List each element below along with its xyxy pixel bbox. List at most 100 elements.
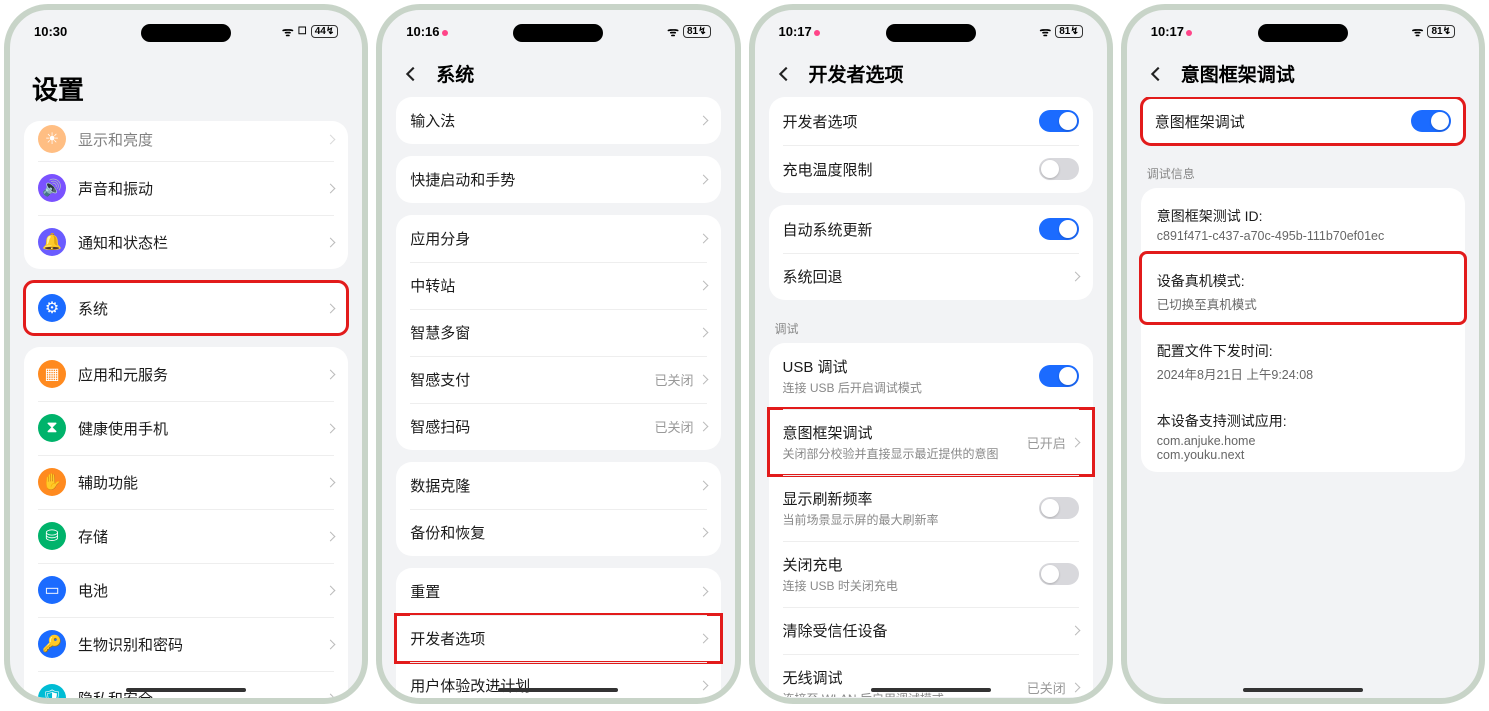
group-smart: 应用分身 中转站 智慧多窗 智感支付已关闭 智感扫码已关闭 xyxy=(396,215,720,450)
page-title: 开发者选项 xyxy=(809,60,904,87)
row-refresh-rate[interactable]: 显示刷新频率 当前场景显示屏的最大刷新率 xyxy=(769,475,1093,541)
battery-pct: 44↯ xyxy=(311,25,339,38)
info-card: 意图框架测试 ID: c891f471-c437-a70c-495b-111b7… xyxy=(1141,188,1465,472)
row-developer-options[interactable]: 开发者选项 xyxy=(396,615,720,662)
chevron-right-icon xyxy=(326,531,336,541)
row-intent-debug[interactable]: 意图框架调试 关闭部分校验并直接显示最近提供的意图 已开启 xyxy=(769,409,1093,475)
chevron-right-icon xyxy=(326,423,336,433)
row-transit[interactable]: 中转站 xyxy=(396,262,720,309)
hand-icon: ✋ xyxy=(38,468,66,496)
row-multiwindow[interactable]: 智慧多窗 xyxy=(396,309,720,356)
nav-header: 意图框架调试 xyxy=(1127,42,1479,97)
row-intent-debug-toggle[interactable]: 意图框架调试 xyxy=(1141,97,1465,145)
chevron-right-icon xyxy=(698,375,708,385)
row-apps-services[interactable]: ▦ 应用和元服务 xyxy=(24,347,348,401)
row-ime[interactable]: 输入法 xyxy=(396,97,720,144)
key-icon: 🔑 xyxy=(38,630,66,658)
gesture-bar xyxy=(871,688,991,692)
chevron-right-icon xyxy=(698,681,708,691)
back-button[interactable] xyxy=(1145,63,1167,85)
row-biometrics[interactable]: 🔑 生物识别和密码 xyxy=(24,617,348,671)
toggle[interactable] xyxy=(1039,497,1079,519)
page-title: 意图框架调试 xyxy=(1181,60,1295,87)
statusbar: 10:30 ᯤ ☐ 44↯ xyxy=(10,10,362,42)
recording-dot-icon xyxy=(442,30,448,36)
row-clone[interactable]: 数据克隆 xyxy=(396,462,720,509)
group-dev-toggles: 开发者选项 充电温度限制 xyxy=(769,97,1093,193)
group-misc: ▦ 应用和元服务 ⧗ 健康使用手机 ✋ 辅助功能 ⛁ 存储 ▭ 电池 xyxy=(24,347,348,704)
toggle[interactable] xyxy=(1039,218,1079,240)
row-digital-health[interactable]: ⧗ 健康使用手机 xyxy=(24,401,348,455)
row-app-twin[interactable]: 应用分身 xyxy=(396,215,720,262)
row-battery[interactable]: ▭ 电池 xyxy=(24,563,348,617)
gesture-bar xyxy=(1243,688,1363,692)
battery-pct: 81↯ xyxy=(1055,25,1083,38)
toggle[interactable] xyxy=(1039,110,1079,132)
chevron-right-icon xyxy=(698,328,708,338)
toggle[interactable] xyxy=(1039,563,1079,585)
chevron-right-icon xyxy=(326,134,336,144)
back-button[interactable] xyxy=(773,63,795,85)
chevron-right-icon xyxy=(326,693,336,703)
toggle[interactable] xyxy=(1039,158,1079,180)
row-rollback[interactable]: 系统回退 xyxy=(769,253,1093,300)
status-time: 10:17 xyxy=(1151,24,1192,39)
section-debug: 调试 xyxy=(769,312,1093,343)
row-sound[interactable]: 🔊 声音和振动 xyxy=(24,161,348,215)
toggle[interactable] xyxy=(1039,365,1079,387)
nav-header: 开发者选项 xyxy=(755,42,1107,97)
info-supported-apps-value: com.anjuke.home com.youku.next xyxy=(1157,434,1449,462)
chevron-right-icon xyxy=(698,587,708,597)
chevron-right-icon xyxy=(326,585,336,595)
row-developer-options-toggle[interactable]: 开发者选项 xyxy=(769,97,1093,145)
row-display-brightness[interactable]: ☀ 显示和亮度 xyxy=(24,121,348,161)
status-right: ᯤ 81↯ xyxy=(1412,22,1455,40)
phone-developer-options: 10:17 ᯤ 81↯ 开发者选项 开发者选项 充电温度限制 自动系统更新 xyxy=(749,4,1113,704)
row-ux-improve[interactable]: 用户体验改进计划 xyxy=(396,662,720,704)
row-charge-temp[interactable]: 充电温度限制 xyxy=(769,145,1093,193)
statusbar: 10:17 ᯤ 81↯ xyxy=(1127,10,1479,42)
status-right: ᯤ 81↯ xyxy=(1039,22,1082,40)
row-reset[interactable]: 重置 xyxy=(396,568,720,615)
wifi-icon: ᯤ xyxy=(667,22,679,40)
chevron-right-icon xyxy=(698,234,708,244)
row-system[interactable]: ⚙ 系统 xyxy=(24,281,348,335)
row-smart-scan[interactable]: 智感扫码已关闭 xyxy=(396,403,720,450)
disk-icon: ⛁ xyxy=(38,522,66,550)
chevron-right-icon xyxy=(326,477,336,487)
row-disable-charge[interactable]: 关闭充电 连接 USB 时关闭充电 xyxy=(769,541,1093,607)
back-button[interactable] xyxy=(400,63,422,85)
row-smart-pay[interactable]: 智感支付已关闭 xyxy=(396,356,720,403)
wifi-icon: ᯤ xyxy=(1412,22,1424,40)
chevron-right-icon xyxy=(326,303,336,313)
row-accessibility[interactable]: ✋ 辅助功能 xyxy=(24,455,348,509)
chevron-right-icon xyxy=(1070,272,1080,282)
row-clear-trusted[interactable]: 清除受信任设备 xyxy=(769,607,1093,654)
group-dev: 重置 开发者选项 用户体验改进计划 xyxy=(396,568,720,704)
battery-pct: 81↯ xyxy=(1427,25,1455,38)
chevron-right-icon xyxy=(326,237,336,247)
row-system-card: ⚙ 系统 xyxy=(24,281,348,335)
page-title: 设置 xyxy=(10,42,362,121)
battery-icon: ☐ xyxy=(298,26,307,37)
group-backup: 数据克隆 备份和恢复 xyxy=(396,462,720,556)
statusbar: 10:17 ᯤ 81↯ xyxy=(755,10,1107,42)
row-notifications[interactable]: 🔔 通知和状态栏 xyxy=(24,215,348,269)
row-shortcuts[interactable]: 快捷启动和手势 xyxy=(396,156,720,203)
chevron-right-icon xyxy=(326,183,336,193)
row-backup[interactable]: 备份和恢复 xyxy=(396,509,720,556)
row-auto-update[interactable]: 自动系统更新 xyxy=(769,205,1093,253)
row-storage[interactable]: ⛁ 存储 xyxy=(24,509,348,563)
row-usb-debug[interactable]: USB 调试 连接 USB 后开启调试模式 xyxy=(769,343,1093,409)
group-display: ☀ 显示和亮度 🔊 声音和振动 🔔 通知和状态栏 xyxy=(24,121,348,269)
chevron-right-icon xyxy=(1070,682,1080,692)
section-debug-info: 调试信息 xyxy=(1141,157,1465,188)
hourglass-icon: ⧗ xyxy=(38,414,66,442)
info-supported-apps: 本设备支持测试应用: com.anjuke.home com.youku.nex… xyxy=(1141,393,1465,472)
speaker-icon: 🔊 xyxy=(38,174,66,202)
toggle[interactable] xyxy=(1411,110,1451,132)
chevron-right-icon xyxy=(326,369,336,379)
chevron-right-icon xyxy=(698,281,708,291)
chevron-right-icon xyxy=(698,116,708,126)
group-update: 自动系统更新 系统回退 xyxy=(769,205,1093,300)
